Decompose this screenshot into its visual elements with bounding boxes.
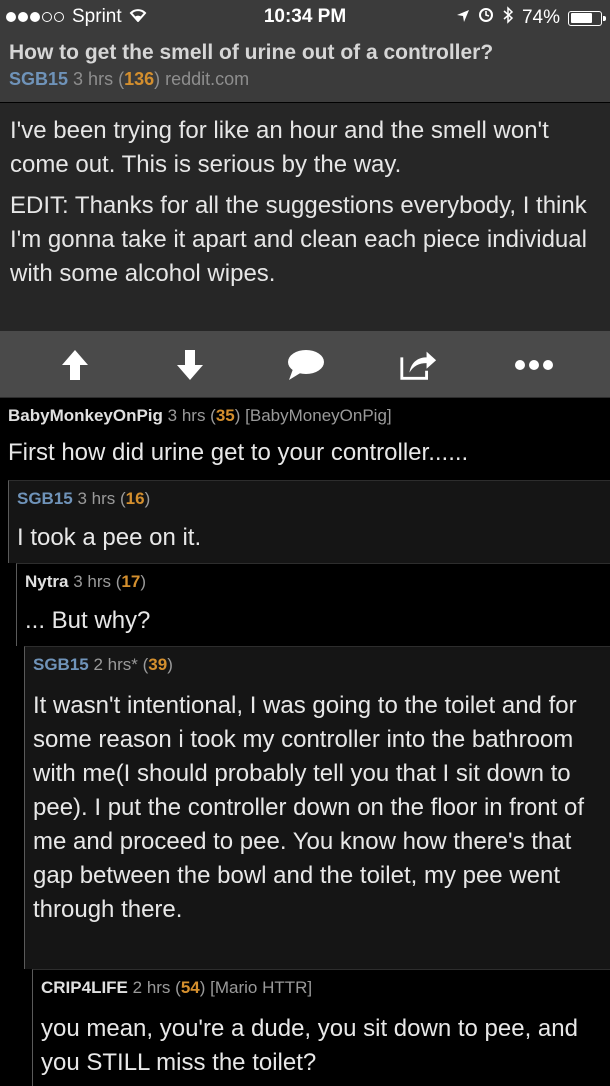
- comment-meta: CRIP4LIFE 2 hrs (54) [Mario HTTR]: [41, 978, 313, 997]
- comment-age: 3 hrs: [77, 489, 116, 508]
- battery-percent: 74%: [521, 7, 560, 28]
- comment-age: 3 hrs: [167, 406, 206, 425]
- post-age: 3 hrs: [73, 69, 114, 89]
- comment-score: 39: [148, 655, 168, 674]
- comment-body: First how did urine get to your controll…: [8, 439, 469, 466]
- comment-author[interactable]: BabyMonkeyOnPig: [8, 406, 163, 425]
- bluetooth-icon: [502, 6, 514, 30]
- comment-age: 2 hrs: [132, 978, 171, 997]
- comment[interactable]: Nytra 3 hrs (17) ... But why?: [16, 563, 610, 646]
- comment-body: you mean, you're a dude, you sit down to…: [41, 1015, 578, 1076]
- comment-flair: [Mario HTTR]: [210, 978, 313, 997]
- post-action-bar: [0, 331, 610, 397]
- comment[interactable]: SGB15 3 hrs (16) I took a pee on it.: [8, 480, 610, 563]
- comment-age: 2 hrs*: [93, 655, 138, 674]
- comment-icon[interactable]: [285, 345, 325, 385]
- post-header[interactable]: How to get the smell of urine out of a c…: [0, 34, 610, 102]
- comment-author[interactable]: SGB15: [33, 655, 89, 674]
- status-right: 74%: [456, 6, 606, 30]
- post-paragraph: EDIT: Thanks for all the suggestions eve…: [10, 192, 587, 287]
- comment-score: 16: [125, 489, 145, 508]
- battery-icon: [568, 10, 606, 26]
- post-author[interactable]: SGB15: [9, 69, 68, 89]
- comment[interactable]: CRIP4LIFE 2 hrs (54) [Mario HTTR] you me…: [32, 969, 610, 1086]
- comment-meta: SGB15 2 hrs* (39): [33, 655, 173, 674]
- post-paragraph: I've been trying for like an hour and th…: [10, 117, 549, 178]
- comment-meta: SGB15 3 hrs (16): [17, 489, 151, 508]
- post-body: I've been trying for like an hour and th…: [0, 103, 610, 331]
- comment-author[interactable]: CRIP4LIFE: [41, 978, 128, 997]
- post-title[interactable]: How to get the smell of urine out of a c…: [9, 41, 493, 65]
- comment[interactable]: SGB15 2 hrs* (39) It wasn't intentional,…: [24, 646, 610, 969]
- downvote-icon[interactable]: [170, 345, 210, 385]
- status-bar: Sprint 10:34 PM 74%: [0, 0, 610, 34]
- comment[interactable]: BabyMonkeyOnPig 3 hrs (35) [BabyMoneyOnP…: [0, 397, 610, 480]
- post-score: 136: [124, 69, 155, 89]
- share-icon[interactable]: [398, 345, 438, 385]
- comment-meta: BabyMonkeyOnPig 3 hrs (35) [BabyMoneyOnP…: [8, 406, 392, 425]
- comment-flair: [BabyMoneyOnPig]: [245, 406, 392, 425]
- comment-score: 35: [215, 406, 235, 425]
- location-icon: [456, 7, 470, 29]
- comment-score: 54: [180, 978, 200, 997]
- comment-body: ... But why?: [25, 607, 151, 634]
- upvote-icon[interactable]: [55, 345, 95, 385]
- battery-fill: [570, 13, 592, 23]
- alarm-icon: [478, 7, 494, 29]
- more-icon[interactable]: [514, 345, 554, 385]
- comment-score: 17: [121, 572, 141, 591]
- comment-age: 3 hrs: [73, 572, 111, 591]
- comment-author[interactable]: SGB15: [17, 489, 73, 508]
- post-domain[interactable]: reddit.com: [165, 69, 249, 89]
- comment-body: It wasn't intentional, I was going to th…: [33, 692, 584, 923]
- post-meta: SGB15 3 hrs (136) reddit.com: [9, 69, 250, 89]
- comment-body: I took a pee on it.: [17, 524, 202, 551]
- comment-meta: Nytra 3 hrs (17): [25, 572, 146, 591]
- comment-author[interactable]: Nytra: [25, 572, 68, 591]
